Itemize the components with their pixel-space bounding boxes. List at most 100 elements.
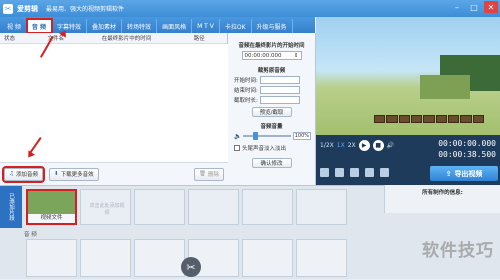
speed-double[interactable]: 2X <box>348 142 356 149</box>
video-clip[interactable]: 视频文件 <box>26 189 77 225</box>
folder-icon[interactable] <box>335 168 344 177</box>
speed-normal[interactable]: 1X <box>337 142 345 149</box>
clip-start-label: 开始时间: <box>234 78 258 84</box>
scissors-icon[interactable]: ✂ <box>181 257 201 277</box>
stepper-icon[interactable]: ⇕ <box>294 53 299 59</box>
clip-start-row: 开始时间: <box>234 76 315 84</box>
play-icon[interactable]: ▶ <box>358 139 370 151</box>
tab-audio[interactable]: 音 频 <box>25 18 54 34</box>
clip-duration-label: 截取时长: <box>234 98 258 104</box>
empty-slot[interactable] <box>242 189 293 225</box>
volume-slider[interactable] <box>243 132 291 140</box>
preview-clip-button[interactable]: 预览/截取 <box>251 107 292 117</box>
watermark: 软件技巧 <box>422 241 494 261</box>
empty-slot[interactable] <box>188 189 239 225</box>
audio-slot[interactable] <box>296 239 347 277</box>
volume-value: 100% <box>292 132 311 140</box>
video-clip-label: 视频文件 <box>28 214 75 223</box>
music-note-icon: ♫ <box>9 171 14 177</box>
main-tab-bar: 视 频 音 频 字幕特效 叠加素材 转场特效 画面风格 M T V 卡拉OK 升… <box>0 17 315 34</box>
speed-half[interactable]: 1/2X <box>320 142 334 149</box>
clip-end-row: 结束时间: <box>234 86 315 94</box>
tab-mtv[interactable]: M T V <box>192 19 220 33</box>
col-time-in-movie: 在最终影片中的时间 <box>101 36 152 42</box>
volume-slider-handle[interactable] <box>252 132 258 140</box>
delete-button[interactable]: 🗑 删除 <box>194 167 224 181</box>
clip-start-input[interactable] <box>259 76 300 84</box>
video-preview <box>316 17 500 135</box>
download-sounds-label: 下载更多音效 <box>60 172 94 178</box>
minimize-icon[interactable]: – <box>450 1 464 13</box>
added-clips-label: 已添加片段 <box>0 186 22 228</box>
confirm-button[interactable]: 确认修改 <box>251 158 292 168</box>
project-info-title: 所有制作的信息: <box>422 190 463 196</box>
empty-slot[interactable]: 双击此处添加视频 <box>80 189 131 225</box>
project-info-panel: 所有制作的信息: <box>384 185 500 213</box>
download-sounds-button[interactable]: ⬇ 下载更多音效 <box>48 167 99 181</box>
export-video-button[interactable]: ⇪ 导出视频 <box>430 166 498 181</box>
col-status: 状态 <box>4 36 16 42</box>
tab-karaoke[interactable]: 卡拉OK <box>220 19 252 33</box>
stop-icon[interactable]: ■ <box>372 139 384 151</box>
tab-video[interactable]: 视 频 <box>2 19 27 33</box>
audio-slot[interactable] <box>242 239 293 277</box>
undo-icon[interactable] <box>365 168 374 177</box>
time-display: 00:00:00.000 00:00:38.500 <box>438 138 496 160</box>
export-icon: ⇪ <box>445 169 452 178</box>
audio-list-panel: 状态 文件名 在最终影片中的时间 路径 ♫ 添加音频 ⬇ 下载更多音效 🗑 删除 <box>0 33 228 185</box>
add-audio-label: 添加音频 <box>15 172 38 178</box>
window-controls: – □ ✕ <box>450 1 498 13</box>
fade-label: 头尾声音淡入淡出 <box>242 146 287 152</box>
start-time-input[interactable]: 00:00:00.000 ⇕ <box>241 51 302 60</box>
player-controls: 1/2X 1X 2X ▶ ■ 🔊 00:00:00.000 00:00:38.5… <box>316 135 500 185</box>
tab-picture-style[interactable]: 画面风格 <box>157 19 193 33</box>
total-time: 00:00:38.500 <box>438 150 496 159</box>
audio-slot[interactable] <box>26 239 77 277</box>
app-title: 爱剪辑 <box>17 4 38 13</box>
clip-duration-row: 截取时长: <box>234 96 315 104</box>
export-label: 导出视频 <box>454 169 483 178</box>
settings-icon[interactable] <box>380 168 389 177</box>
audio-slot[interactable] <box>134 239 185 277</box>
empty-slot[interactable] <box>296 189 347 225</box>
add-audio-button[interactable]: ♫ 添加音频 <box>2 165 45 183</box>
col-path: 路径 <box>193 36 205 42</box>
tab-subtitle-effects[interactable]: 字幕特效 <box>52 19 88 33</box>
app-slogan: 最易用、强大的视频剪辑软件 <box>46 6 125 13</box>
maximize-icon[interactable]: □ <box>467 1 481 13</box>
tab-transitions[interactable]: 转场特效 <box>122 19 158 33</box>
add-icon[interactable] <box>320 168 329 177</box>
empty-slot[interactable] <box>134 189 185 225</box>
video-track: 视频文件 双击此处添加视频 <box>22 186 351 228</box>
current-time: 00:00:00.000 <box>438 139 496 148</box>
volume-row: 🔈 100% <box>234 132 311 140</box>
audio-settings-panel: 音频在最终影片的开始时间 00:00:00.000 ⇕ 裁剪原音频 开始时间: … <box>228 33 316 185</box>
download-icon: ⬇ <box>53 171 59 177</box>
audio-slot[interactable] <box>80 239 131 277</box>
delete-label: 删除 <box>207 172 219 178</box>
start-time-title: 音频在最终影片的开始时间 <box>238 43 305 49</box>
volume-icon[interactable]: 🔊 <box>387 142 394 149</box>
start-time-value: 00:00:00.000 <box>244 52 282 59</box>
title-bar: ✂ 爱剪辑 最易用、强大的视频剪辑软件 – □ ✕ <box>0 0 500 17</box>
preview-hotbar <box>374 115 484 123</box>
col-filename: 文件名 <box>47 36 65 42</box>
tab-overlay-materials[interactable]: 叠加素材 <box>87 19 123 33</box>
fade-option[interactable]: 头尾声音淡入淡出 <box>234 144 315 152</box>
clip-duration-input[interactable] <box>259 96 300 104</box>
audio-actions: ♫ 添加音频 ⬇ 下载更多音效 🗑 删除 <box>0 162 228 185</box>
clip-audio-title: 裁剪原音频 <box>257 68 286 74</box>
clip-end-input[interactable] <box>259 86 300 94</box>
fade-checkbox[interactable] <box>234 145 240 151</box>
volume-title: 音频音量 <box>260 124 283 130</box>
player-tools <box>320 168 389 177</box>
clip-end-label: 结束时间: <box>234 88 258 94</box>
trash-icon: 🗑 <box>199 171 206 177</box>
close-icon[interactable]: ✕ <box>484 1 498 13</box>
preview-hill <box>420 75 470 99</box>
app-logo-icon: ✂ <box>3 3 13 14</box>
add-video-hint: 双击此处添加视频 <box>89 203 125 216</box>
save-icon[interactable] <box>350 168 359 177</box>
tab-upgrade-service[interactable]: 升级与服务 <box>252 19 293 33</box>
speaker-icon: 🔈 <box>234 132 242 140</box>
